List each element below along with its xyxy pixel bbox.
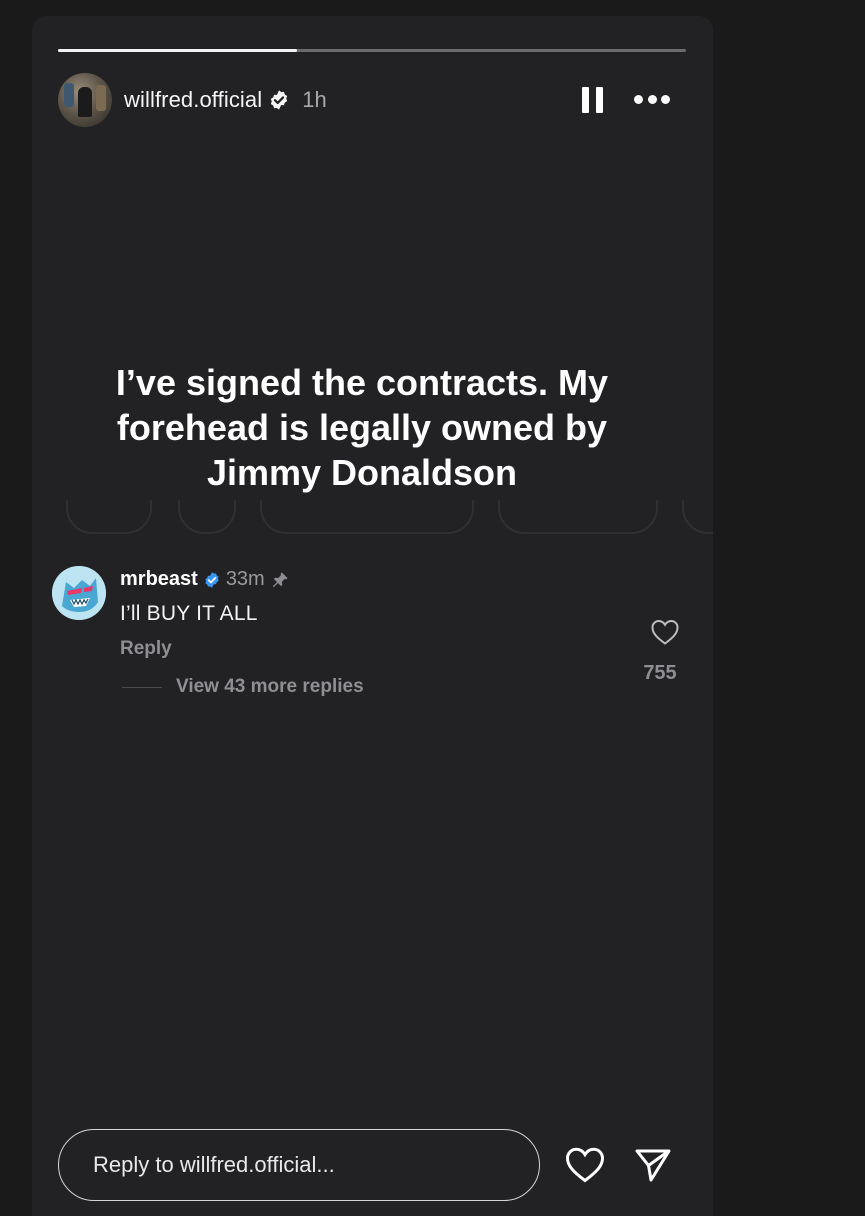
- ghost-pill: [498, 500, 658, 534]
- story-progress-bar: [58, 49, 686, 52]
- ghost-pill: [682, 500, 713, 534]
- view-more-replies-button[interactable]: View 43 more replies: [176, 676, 364, 698]
- like-count: 755: [643, 662, 677, 684]
- story-reply-input[interactable]: [58, 1129, 540, 1201]
- send-icon[interactable]: [634, 1146, 672, 1184]
- more-options-icon[interactable]: [634, 92, 670, 106]
- story-time: 1h: [302, 87, 327, 112]
- comment-time: 33m: [225, 568, 265, 590]
- commenter-username[interactable]: mrbeast: [120, 568, 198, 591]
- heart-icon[interactable]: [564, 1146, 606, 1184]
- like-icon[interactable]: [650, 618, 680, 646]
- pin-icon: [272, 572, 288, 587]
- story-header: willfred.official 1h: [58, 72, 686, 128]
- verified-icon: [205, 571, 219, 588]
- author-avatar[interactable]: [58, 73, 112, 127]
- comment-text: I’ll BUY IT ALL: [120, 602, 258, 625]
- comment-reply-button[interactable]: Reply: [120, 638, 172, 660]
- author-username[interactable]: willfred.official: [124, 87, 262, 113]
- ghost-pill: [66, 500, 152, 534]
- story-text: I’ve signed the contracts. My forehead i…: [115, 362, 609, 493]
- comment-header: mrbeast 33m: [120, 568, 289, 591]
- ghost-pill: [178, 500, 236, 534]
- pinned-comment: mrbeast 33m I’ll BUY IT ALL Reply 755 Vi…: [32, 500, 713, 716]
- story-progress-fill: [58, 49, 297, 52]
- story-viewer: willfred.official 1h I’ve signed the con…: [32, 16, 713, 1216]
- ghost-pill: [260, 500, 474, 534]
- pause-icon[interactable]: [582, 87, 604, 113]
- verified-icon: [271, 90, 288, 110]
- replies-divider: [122, 687, 162, 688]
- commenter-avatar[interactable]: [52, 566, 106, 620]
